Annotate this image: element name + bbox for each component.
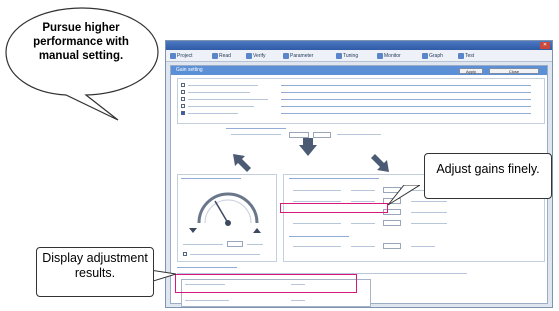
load-heading <box>289 236 349 237</box>
mode-description-2 <box>281 92 531 93</box>
results-pointer <box>150 269 177 283</box>
gauge-heading <box>181 178 241 179</box>
mode-label-5 <box>188 113 238 114</box>
mode-label-2 <box>188 92 250 93</box>
load-ratio-label <box>293 246 341 247</box>
response-gauge-icon <box>197 192 259 226</box>
response-heading <box>226 128 286 129</box>
toolbar-item-project[interactable]: Project <box>170 52 193 60</box>
mode-label-3 <box>188 99 268 100</box>
load-ratio-unit <box>411 246 435 247</box>
parameter-icon <box>283 53 289 59</box>
verify-icon <box>246 53 252 59</box>
mode-checkbox-2[interactable] <box>181 90 185 94</box>
position-gain-label <box>293 201 341 202</box>
mode-description-4 <box>281 106 531 107</box>
response-label <box>231 134 281 135</box>
display-results-callout: Display adjustment results. <box>36 247 154 297</box>
load-ratio-field[interactable] <box>383 243 401 249</box>
mode-checkbox-5[interactable] <box>181 111 185 115</box>
gain-highlight-box <box>280 203 388 213</box>
title-bar: ✕ <box>166 41 552 50</box>
close-button[interactable]: Close <box>489 68 539 74</box>
panel-header: Gain setting Apply Close <box>171 66 547 75</box>
mode-checkbox-4[interactable] <box>181 104 185 108</box>
adjust-gains-callout: Adjust gains finely. <box>424 153 552 199</box>
toolbar-item-test[interactable]: Test <box>458 52 474 60</box>
model-gain-label <box>293 190 341 191</box>
integral-time-field[interactable] <box>383 220 401 226</box>
toolbar-item-parameter[interactable]: Parameter <box>283 52 313 60</box>
results-row-3-unit <box>291 300 305 301</box>
response-range <box>337 134 381 135</box>
gain-heading <box>289 178 379 179</box>
filter-checkbox[interactable] <box>183 252 187 256</box>
tuning-icon <box>336 53 342 59</box>
down-arrow-icon <box>299 145 317 156</box>
auto-tuning-label <box>183 244 223 245</box>
toolbar-item-read[interactable]: Read <box>212 52 231 60</box>
mode-label-4 <box>188 106 254 107</box>
mode-label-1 <box>188 85 258 86</box>
filter-label <box>190 254 260 255</box>
results-heading <box>177 267 237 268</box>
left-diagonal-arrow-icon <box>233 154 251 172</box>
position-gain-param <box>351 201 375 202</box>
read-icon <box>212 53 218 59</box>
toolbar: Project Read Verify Parameter Tuning Mon… <box>166 50 552 62</box>
increase-response-icon[interactable] <box>253 228 261 233</box>
speech-bubble-text: Pursue higher performance with manual se… <box>33 22 129 62</box>
test-icon <box>458 53 464 59</box>
model-gain-param <box>351 190 375 191</box>
mode-checkbox-3[interactable] <box>181 97 185 101</box>
response-field-2[interactable] <box>313 132 331 138</box>
integral-time-param <box>351 223 375 224</box>
results-highlight-box <box>175 274 357 293</box>
adjust-gains-pointer <box>387 185 420 206</box>
decrease-response-icon[interactable] <box>189 228 197 233</box>
apply-button[interactable]: Apply <box>459 68 483 74</box>
load-ratio-param <box>351 246 375 247</box>
monitor-icon <box>377 53 383 59</box>
toolbar-item-tuning[interactable]: Tuning <box>336 52 358 60</box>
graph-icon <box>422 53 428 59</box>
mode-description-5 <box>281 113 531 114</box>
panel-title: Gain setting <box>176 67 203 73</box>
integral-time-label <box>293 223 341 224</box>
mode-checkbox-1[interactable] <box>181 83 185 87</box>
integral-time-range <box>411 223 447 224</box>
auto-tuning-field[interactable] <box>227 241 243 247</box>
auto-tuning-unit <box>247 244 263 245</box>
right-diagonal-arrow-icon <box>371 154 389 172</box>
toolbar-item-graph[interactable]: Graph <box>422 52 443 60</box>
close-icon[interactable]: ✕ <box>540 42 550 49</box>
project-icon <box>170 53 176 59</box>
speed-gain-range <box>411 212 447 213</box>
mode-description-1 <box>281 85 531 86</box>
results-row-3-label <box>185 300 229 301</box>
toolbar-item-monitor[interactable]: Monitor <box>377 52 401 60</box>
toolbar-item-verify[interactable]: Verify <box>246 52 266 60</box>
mode-description-3 <box>281 99 531 100</box>
